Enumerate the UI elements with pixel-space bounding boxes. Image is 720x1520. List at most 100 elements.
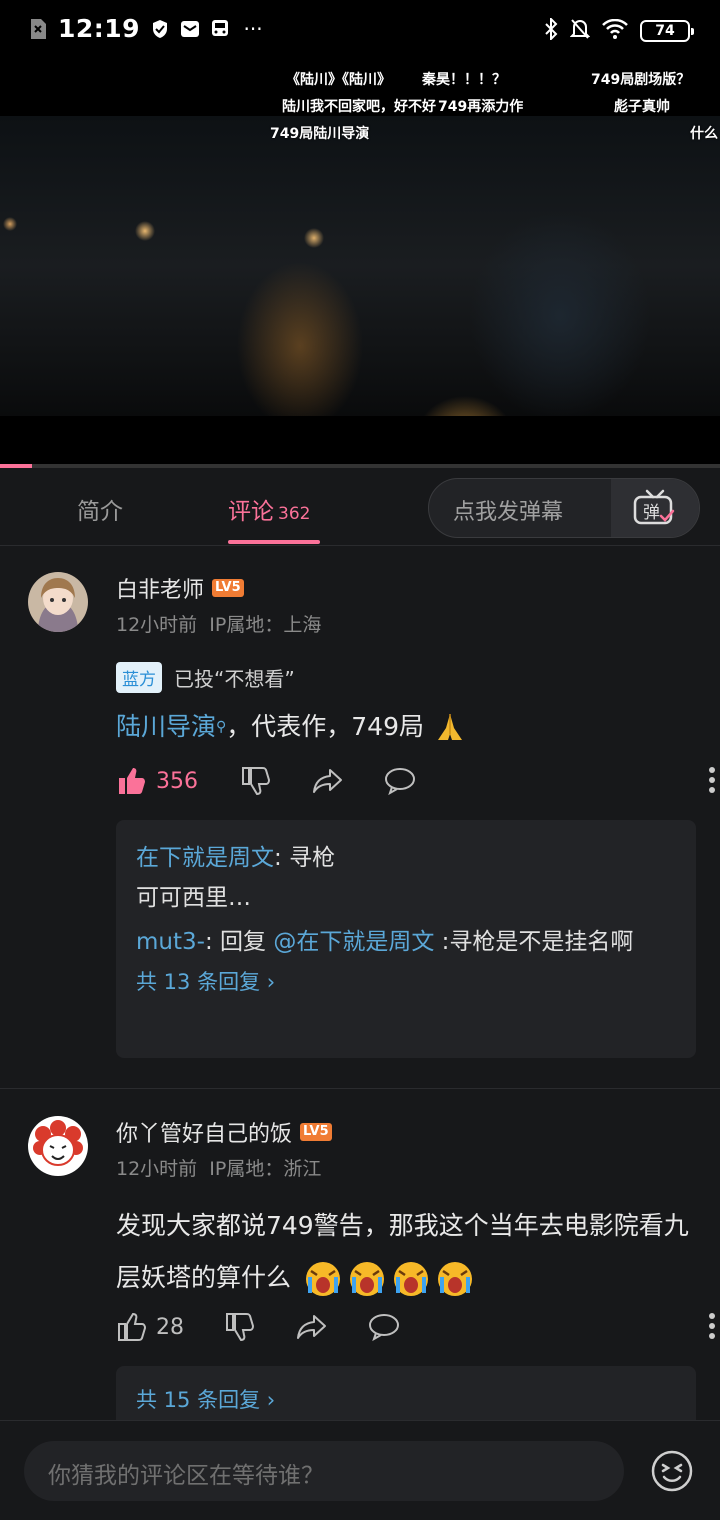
comment-item: 你丫管好自己的饭 LV5 12小时前 IP属地：浙江 发现大家都说749警告，那…	[0, 1090, 720, 1420]
comment-actions: 28	[116, 1312, 715, 1352]
danmaku-settings-button[interactable]: 弹	[611, 479, 699, 537]
emoji-face-icon	[651, 1450, 693, 1492]
avatar[interactable]	[28, 572, 88, 632]
crying-emoji-icon	[435, 1259, 475, 1299]
wifi-icon	[602, 18, 628, 43]
danmaku-item: 749再添力作	[438, 99, 524, 115]
thumb-up-icon	[118, 1312, 146, 1341]
comment-input-bar: 你猜我的评论区在等待谁？	[0, 1420, 720, 1520]
reply-author[interactable]: 在下就是周文	[136, 845, 274, 871]
reply-separator: : 回复	[204, 929, 274, 955]
reply-author[interactable]: mut3-	[136, 929, 205, 955]
vote-text: 已投“不想看”	[174, 667, 295, 691]
reply-preview-box[interactable]: 在下就是周文: 寻枪 可可西里… mut3-: 回复 @在下就是周文 :寻枪是不…	[116, 820, 696, 1058]
comment-meta: 12小时前 IP属地：上海	[116, 610, 321, 637]
reply-mention[interactable]: @在下就是周文	[273, 929, 434, 955]
share-button[interactable]	[312, 766, 344, 796]
crying-emoji-icon	[347, 1259, 387, 1299]
reply-button[interactable]	[384, 766, 416, 796]
battery-indicator: 74	[640, 20, 694, 42]
more-button[interactable]	[708, 766, 716, 794]
reply-separator: :	[274, 845, 290, 871]
clock: 12:19	[58, 14, 141, 43]
tab-comments[interactable]: 评论 362	[228, 492, 310, 526]
comment-text-rest: ，代表作，749局	[226, 712, 424, 741]
comment-bubble-icon	[385, 768, 415, 796]
thumb-down-icon	[242, 767, 270, 796]
comment-text: 陆川导演⚲，代表作，749局	[116, 704, 696, 750]
username: 你丫管好自己的饭	[116, 1122, 293, 1147]
reply-button[interactable]	[368, 1312, 400, 1342]
reply-item: mut3-: 回复 @在下就是周文 :寻枪是不是挂名啊	[136, 922, 676, 962]
danmaku-item: 秦昊！！！？	[422, 72, 506, 88]
comment-item: 白非老师 LV5 12小时前 IP属地：上海 蓝方 已投“不想看” 陆川导演⚲，…	[0, 546, 720, 1086]
reply-item: 可可西里…	[136, 878, 676, 918]
reply-item: 在下就是周文: 寻枪	[136, 838, 676, 878]
danmaku-item: 《陆川》《陆川》	[286, 72, 391, 88]
comment-input[interactable]: 你猜我的评论区在等待谁？	[24, 1441, 624, 1501]
comment-input-placeholder: 你猜我的评论区在等待谁？	[48, 1463, 324, 1489]
more-vertical-icon	[709, 1313, 715, 1339]
like-button[interactable]: 356	[116, 766, 198, 796]
comment-time: 12小时前	[116, 614, 198, 636]
view-all-replies-link[interactable]: 共 13 条回复 ›	[136, 966, 676, 996]
comment-author[interactable]: 你丫管好自己的饭 LV5	[116, 1116, 332, 1148]
like-count: 356	[156, 768, 198, 794]
level-badge: LV5	[300, 1123, 332, 1141]
view-all-replies-link[interactable]: 共 15 条回复 ›	[136, 1384, 676, 1414]
tab-intro[interactable]: 简介	[77, 492, 123, 526]
thumb-down-icon	[226, 1313, 254, 1342]
reply-preview-box[interactable]: 共 15 条回复 ›	[116, 1366, 696, 1420]
status-bar: 12:19 ··· 74	[0, 0, 720, 64]
reply-text: 可可西里…	[136, 885, 251, 911]
more-vertical-icon	[709, 767, 715, 793]
video-frame	[0, 116, 720, 416]
share-icon	[313, 769, 342, 793]
vote-tag: 蓝方	[116, 662, 162, 693]
share-icon	[297, 1315, 326, 1339]
dislike-button[interactable]	[224, 1312, 254, 1342]
danmaku-item: 什么	[690, 126, 718, 142]
share-button[interactable]	[296, 1312, 328, 1342]
danmaku-input-placeholder: 点我发弹幕	[453, 500, 564, 525]
more-button[interactable]	[708, 1312, 716, 1340]
crying-emoji-icon	[391, 1259, 431, 1299]
danmaku-button-label: 弹	[643, 503, 660, 523]
like-count: 28	[156, 1314, 184, 1340]
sim-missing-icon	[28, 18, 48, 40]
bus-icon	[210, 18, 230, 40]
level-badge: LV5	[212, 579, 244, 597]
reply-text: 寻枪	[289, 845, 336, 871]
comment-ip: IP属地：浙江	[209, 1158, 322, 1180]
comment-time: 12小时前	[116, 1158, 198, 1180]
danmaku-input[interactable]: 点我发弹幕 弹	[428, 478, 700, 538]
dislike-button[interactable]	[240, 766, 270, 796]
comment-author[interactable]: 白非老师 LV5	[116, 572, 244, 604]
danmaku-item: 陆川我不回家吧，好不好	[282, 99, 436, 115]
username: 白非老师	[116, 578, 205, 603]
vote-status: 蓝方 已投“不想看”	[116, 662, 295, 693]
comment-text: 发现大家都说749警告，那我这个当年去电影院看九层妖塔的算什么	[116, 1200, 696, 1304]
danmaku-item: 749局陆川导演	[270, 126, 370, 142]
search-icon: ⚲	[216, 719, 227, 735]
danmaku-tv-icon: 弹	[633, 489, 675, 525]
emoji-button[interactable]	[650, 1449, 694, 1493]
avatar[interactable]	[28, 1116, 88, 1176]
mute-bell-icon	[569, 18, 591, 44]
thumb-up-icon	[119, 768, 145, 794]
comment-meta: 12小时前 IP属地：浙江	[116, 1154, 321, 1181]
comment-divider	[0, 1088, 720, 1089]
more-notifications-icon: ···	[243, 16, 263, 41]
crying-emoji-icon	[303, 1259, 343, 1299]
message-icon	[180, 18, 200, 40]
tab-bar: 简介 评论 362 点我发弹幕 弹	[0, 468, 720, 546]
comment-ip: IP属地：上海	[209, 614, 322, 636]
like-button[interactable]: 28	[116, 1312, 184, 1342]
comment-bubble-icon	[369, 1314, 399, 1342]
danmaku-item: 749局剧场版？	[591, 72, 691, 88]
search-link[interactable]: 陆川导演	[116, 712, 216, 741]
video-player[interactable]: 《陆川》《陆川》 秦昊！！！？ 749局剧场版？ 陆川我不回家吧，好不好 749…	[0, 64, 720, 468]
shield-icon	[150, 18, 170, 40]
pray-emoji-icon	[432, 710, 468, 746]
comment-actions: 356	[116, 766, 715, 806]
